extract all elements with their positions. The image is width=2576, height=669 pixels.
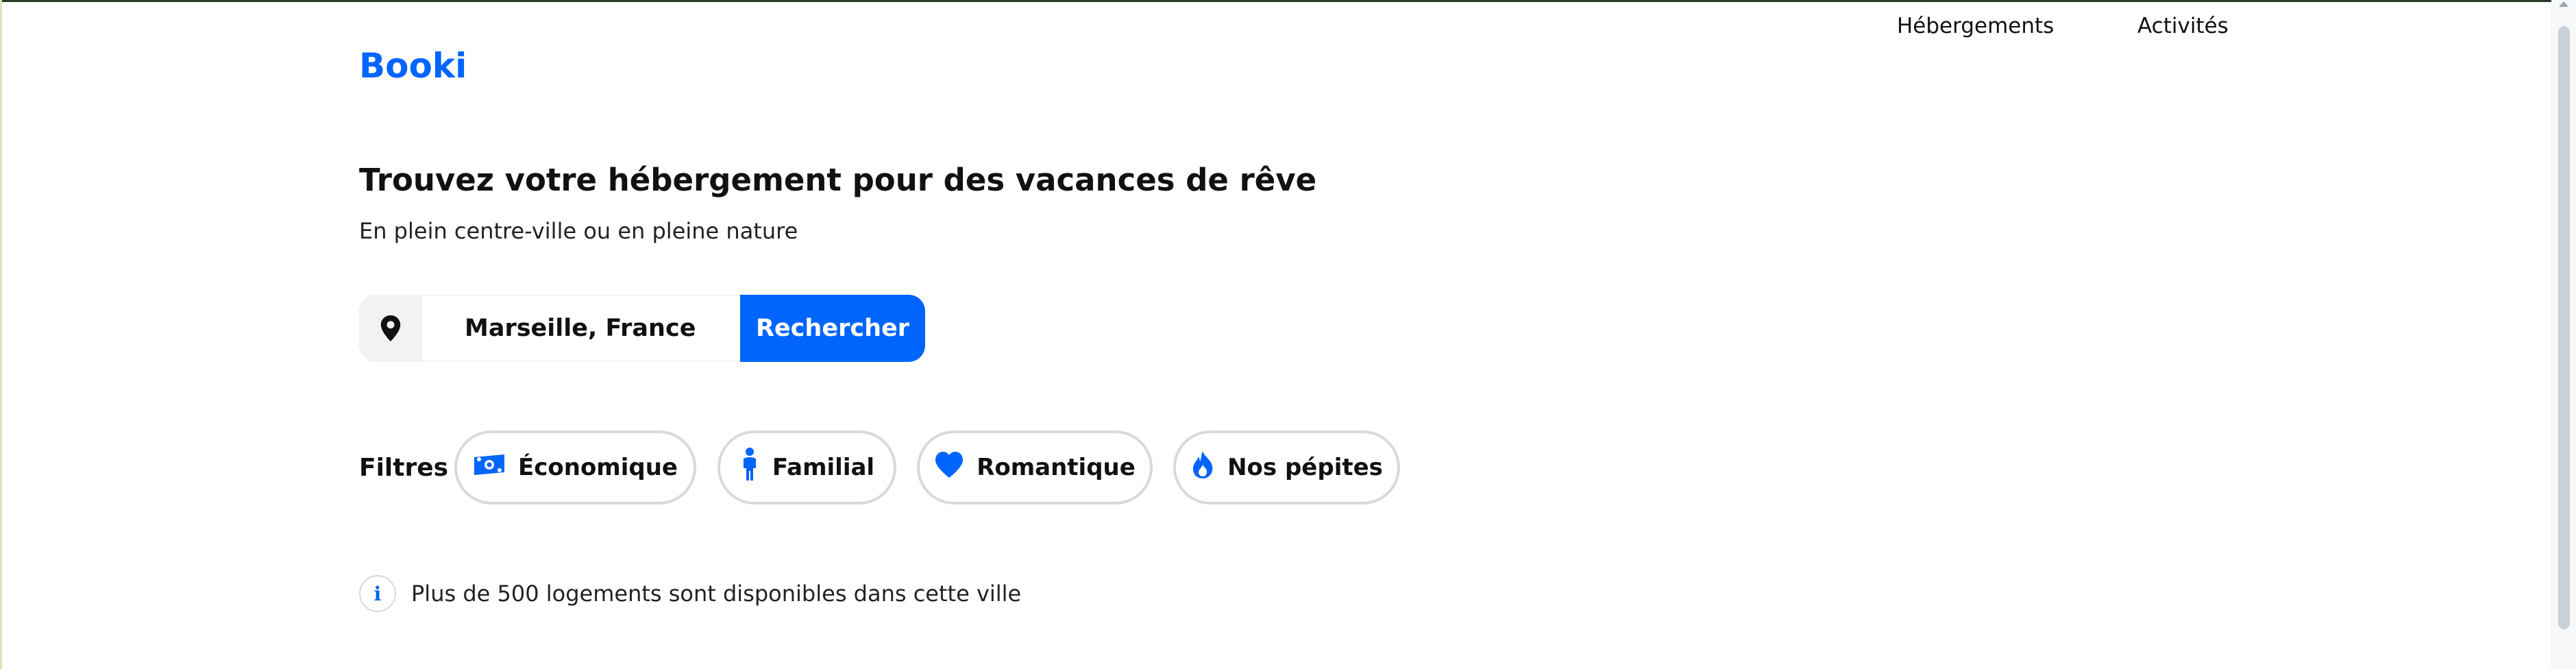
scrollbar-thumb[interactable]	[2558, 26, 2570, 629]
page-title: Trouvez votre hébergement pour des vacan…	[359, 162, 1317, 198]
filter-chip-label: Romantique	[977, 454, 1136, 481]
window-left-border	[0, 0, 2, 669]
filters-label: Filtres	[359, 454, 449, 482]
fire-icon	[1190, 450, 1215, 486]
filter-chip-label: Familial	[772, 454, 875, 481]
heart-icon	[934, 451, 964, 485]
search-bar: Marseille, France Rechercher	[359, 295, 925, 362]
map-pin-icon	[359, 295, 422, 362]
nav-link-hebergements[interactable]: Hébergements	[1897, 12, 2054, 40]
filter-chip-romantique[interactable]: Romantique	[917, 430, 1153, 504]
booki-logo[interactable]: Booki	[359, 45, 467, 86]
filter-chip-economique[interactable]: Économique	[454, 430, 696, 504]
money-icon	[473, 453, 506, 483]
search-button[interactable]: Rechercher	[740, 295, 925, 362]
window-top-border	[0, 0, 2576, 2]
child-icon	[739, 447, 760, 488]
availability-info: i Plus de 500 logements sont disponibles…	[359, 574, 1021, 613]
search-input[interactable]: Marseille, France	[422, 295, 740, 362]
availability-text: Plus de 500 logements sont disponibles d…	[411, 581, 1022, 607]
info-icon: i	[359, 575, 396, 612]
scroll-up-arrow-icon[interactable]	[2559, 1, 2568, 7]
nav-link-activites[interactable]: Activités	[2137, 12, 2229, 40]
filter-chip-nos-pepites[interactable]: Nos pépites	[1173, 430, 1400, 504]
vertical-scrollbar[interactable]	[2551, 0, 2576, 669]
filter-chip-label: Nos pépites	[1227, 454, 1383, 481]
filter-chip-label: Économique	[518, 454, 678, 481]
filter-chip-familial[interactable]: Familial	[717, 430, 896, 504]
page-subtitle: En plein centre-ville ou en pleine natur…	[359, 218, 798, 244]
